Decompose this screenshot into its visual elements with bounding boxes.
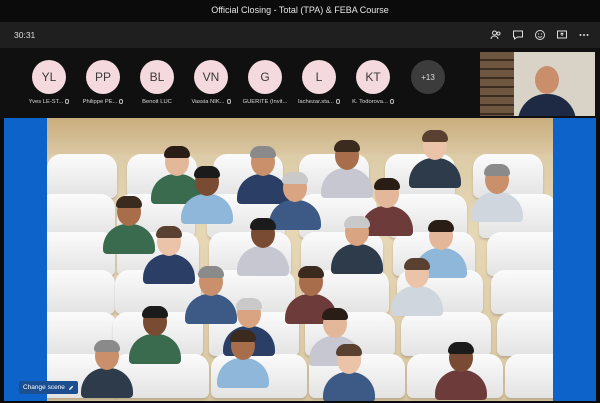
mic-muted-icon [226, 99, 231, 104]
attendee-video [431, 342, 491, 401]
avatar: PP [86, 60, 120, 94]
window-title: Official Closing - Total (TPA) & FEBA Co… [211, 5, 389, 15]
participant-tile[interactable]: L lachezar.sta... [293, 60, 345, 105]
attendee-video [77, 340, 137, 401]
participant-tile[interactable]: BL Benoit LUC [131, 60, 183, 105]
participant-tile[interactable]: YL Yves LE-ST... [23, 60, 75, 105]
participant-name: K. Todorova... [352, 99, 388, 105]
attendee-video [387, 258, 447, 320]
attendee-video [213, 330, 273, 392]
participant-name: Philippe PE... [82, 99, 118, 105]
participant-name: Yves LE-ST... [28, 99, 64, 105]
attendee-video [467, 164, 527, 226]
participant-tile[interactable]: KT K. Todorova... [347, 60, 399, 105]
attendee-video [177, 166, 237, 228]
auditorium-seat [47, 270, 115, 314]
meeting-timer: 30:31 [14, 30, 36, 40]
people-icon[interactable] [488, 27, 504, 43]
participant-tile[interactable]: PP Philippe PE... [77, 60, 129, 105]
mic-muted-icon [119, 99, 124, 104]
reactions-icon[interactable] [532, 27, 548, 43]
auditorium-seat [497, 312, 553, 356]
bookshelf [480, 52, 514, 116]
avatar: BL [140, 60, 174, 94]
pencil-icon [68, 385, 74, 390]
mic-muted-icon [65, 99, 70, 104]
participant-tile[interactable]: VN Vassia NIK... [185, 60, 237, 105]
avatar: G [248, 60, 282, 94]
mic-muted-icon [335, 99, 340, 104]
stage-side-bar [4, 118, 47, 401]
participant-name: Vassia NIK... [191, 99, 225, 105]
auditorium-seat [47, 154, 117, 198]
self-view-video[interactable] [480, 52, 595, 116]
change-scene-label: Change scene [23, 384, 65, 391]
participant-name: Benoit LUC [142, 99, 172, 105]
avatar: YL [32, 60, 66, 94]
auditorium-seat [505, 354, 553, 398]
more-icon[interactable] [576, 27, 592, 43]
presenter-head [535, 66, 559, 94]
overflow-participants-button[interactable]: +13 [402, 60, 454, 94]
attendee-video [319, 344, 379, 401]
together-mode-stage: Change scene [0, 118, 600, 403]
mic-muted-icon [389, 99, 394, 104]
participant-name: GUERITE (Invit... [242, 99, 288, 105]
change-scene-button[interactable]: Change scene [19, 381, 78, 394]
participant-tile[interactable]: G GUERITE (Invit... [239, 60, 291, 105]
avatar: VN [194, 60, 228, 94]
title-bar: Official Closing - Total (TPA) & FEBA Co… [0, 0, 600, 22]
participant-name: lachezar.sta... [298, 99, 334, 105]
chat-icon[interactable] [510, 27, 526, 43]
overflow-count: +13 [411, 60, 445, 94]
stage-side-bar [553, 118, 596, 401]
share-icon[interactable] [554, 27, 570, 43]
auditorium-seat [491, 270, 553, 314]
avatar: KT [356, 60, 390, 94]
avatar: L [302, 60, 336, 94]
auditorium-scene [47, 118, 553, 401]
meeting-toolbar: 30:31 [0, 22, 600, 48]
